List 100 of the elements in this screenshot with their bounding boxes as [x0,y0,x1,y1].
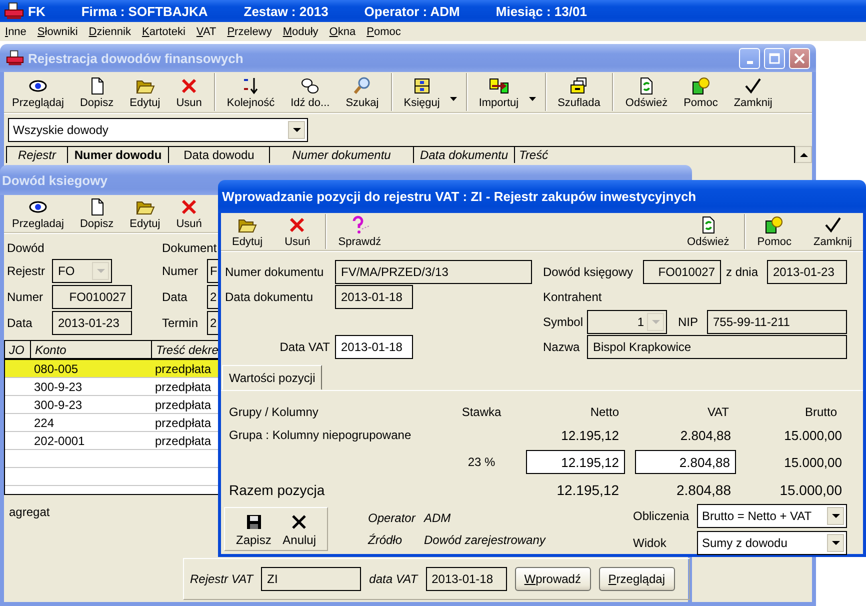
date-field: 2013-01-18 [335,285,413,309]
menu-item[interactable]: Słowniki [37,26,78,38]
table-cell-text: przedpłata [154,434,212,448]
toolbar-button[interactable]: Idź do... [282,73,338,111]
link-icon [300,76,320,96]
action-button[interactable]: Przeglądaj [598,567,675,591]
toolbar-button[interactable]: Usuń [168,196,210,231]
column-header[interactable]: Numer dokumentu [270,147,414,163]
printer-icon [4,1,24,21]
toolbar-button[interactable]: Szuflada [544,73,608,111]
table-cell-text: 080-005 [33,362,80,376]
row-label: Razem pozycja [229,482,326,498]
toolbar-button[interactable]: Importuj [466,73,541,111]
close-button[interactable] [789,48,810,68]
table-cell-text: 202-0001 [33,434,86,448]
netto-field[interactable]: 12.195,12 [526,450,625,474]
toolbar-button[interactable]: Anuluj [280,510,319,548]
menu-item[interactable]: Kartoteki [142,26,186,38]
column-header: VAT [706,405,730,419]
select-dropdown[interactable]: Sumy z dowodu [697,530,847,554]
table-cell-text: 224 [33,416,56,430]
row-label: Grupa : Kolumny niepogrupowane [229,428,412,442]
toolbar-button[interactable]: Przeglądaj [4,73,72,111]
field-label: Dowód księgowy [543,265,634,279]
filter-dropdown[interactable]: Wszyskie dowody [8,118,308,142]
toolbar-button[interactable]: Zamknij [802,214,863,249]
date-field: 2013-01-23 [52,310,132,334]
column-header[interactable]: Konto [31,341,152,358]
title-info: Operator : ADM [364,4,460,18]
close-icon [794,52,805,64]
amount-text: 15.000,00 [783,428,843,442]
toolbar-button[interactable]: Szukaj [338,73,387,111]
check-icon [822,215,843,235]
column-header[interactable]: JO [5,341,31,358]
maximize-button[interactable] [764,48,785,68]
toolbar-button[interactable]: Odśwież [676,214,740,249]
section-heading: Dokument [162,241,218,255]
table-cell-text: przedpłata [154,398,212,412]
toolbar-button[interactable]: Zamknij [726,73,780,111]
menu-item[interactable]: Okna [329,26,356,38]
toolbar-button[interactable]: Pomoc [744,214,802,249]
column-header: Grupy / Kolumny [229,405,320,419]
symbol-dropdown[interactable]: 1 [587,310,667,334]
toolbar-button[interactable]: Dopisz [72,196,122,231]
toolbar-button[interactable]: Kolejność [214,73,283,111]
note-text: agregat [9,505,51,519]
field-label: Widok [633,536,668,550]
toolbar-button[interactable]: Sprawdź [325,214,392,249]
scroll-up-button[interactable] [795,146,812,163]
field-label: Rejestr [7,264,46,278]
toolbar-button[interactable]: Pomoc [676,73,726,111]
column-header: Brutto [804,405,838,419]
table-cell-text: 300-9-23 [33,398,84,412]
app-name: FK [28,4,46,18]
menu-item[interactable]: Moduły [282,26,318,38]
info-label: Operator [368,511,417,525]
toolbar-button[interactable]: Usun [168,73,210,111]
title-info: Zestaw : 2013 [244,4,328,18]
column-header[interactable]: Numer dowodu [68,147,169,163]
column-header: Stawka [460,405,502,419]
table-cell-text: 300-9-23 [33,380,84,394]
toolbar-button[interactable]: Usuń [274,214,322,249]
toolbar-button[interactable]: Zapisz [233,510,274,548]
amount-text: 15.000,00 [783,454,843,470]
toolbar-button[interactable]: Edytuj [122,73,168,111]
date-field: 2013-01-23 [767,260,847,284]
rate-text: 23 % [466,455,496,469]
select-dropdown[interactable]: Brutto = Netto + VAT [697,504,847,528]
toolbar-button[interactable]: Dopisz [72,73,122,111]
menu-item[interactable]: VAT [196,26,216,38]
amount-text: 15.000,00 [778,482,843,498]
toolbar-button[interactable]: Edytuj [122,196,168,231]
amount-text: 2.804,88 [679,428,732,442]
toolbar-button[interactable]: Przegladaj [4,196,72,231]
date-field[interactable]: 2013-01-18 [335,335,413,359]
column-header[interactable]: Rejestr [7,147,68,163]
menu-item[interactable]: Inne [5,26,26,38]
minimize-button[interactable] [739,48,760,68]
field-label: Rejestr VAT [190,572,254,586]
register-dropdown[interactable]: FO [52,258,112,282]
menu-item[interactable]: Pomoc [366,26,401,38]
column-header[interactable]: Treść dekre [152,341,218,358]
document-number-field: FV/MA/PRZED/3/13 [335,260,532,284]
field-label: z dnia [725,265,760,279]
column-header[interactable]: Data dokumentu [414,147,515,163]
column-header[interactable]: Data dowodu [169,147,270,163]
amount-text: 2.804,88 [676,482,732,498]
table-cell-text: przedpłata [154,362,212,376]
toolbar-button[interactable]: Księguj [390,73,462,111]
vat-field[interactable]: 2.804,88 [635,450,736,474]
toolbar-button[interactable]: Edytuj [221,214,274,249]
menu-item[interactable]: Dziennik [88,26,131,38]
field-label: Data [7,316,34,330]
menu-item[interactable]: Przelewy [227,26,272,38]
action-button[interactable]: Wprowadź [514,567,591,591]
check-icon [743,76,764,96]
field-label: Data dokumentu [225,290,314,304]
tab[interactable]: Wartości pozycji [222,365,322,390]
search-icon [352,76,372,96]
toolbar-button[interactable]: Odśwież [612,73,676,111]
